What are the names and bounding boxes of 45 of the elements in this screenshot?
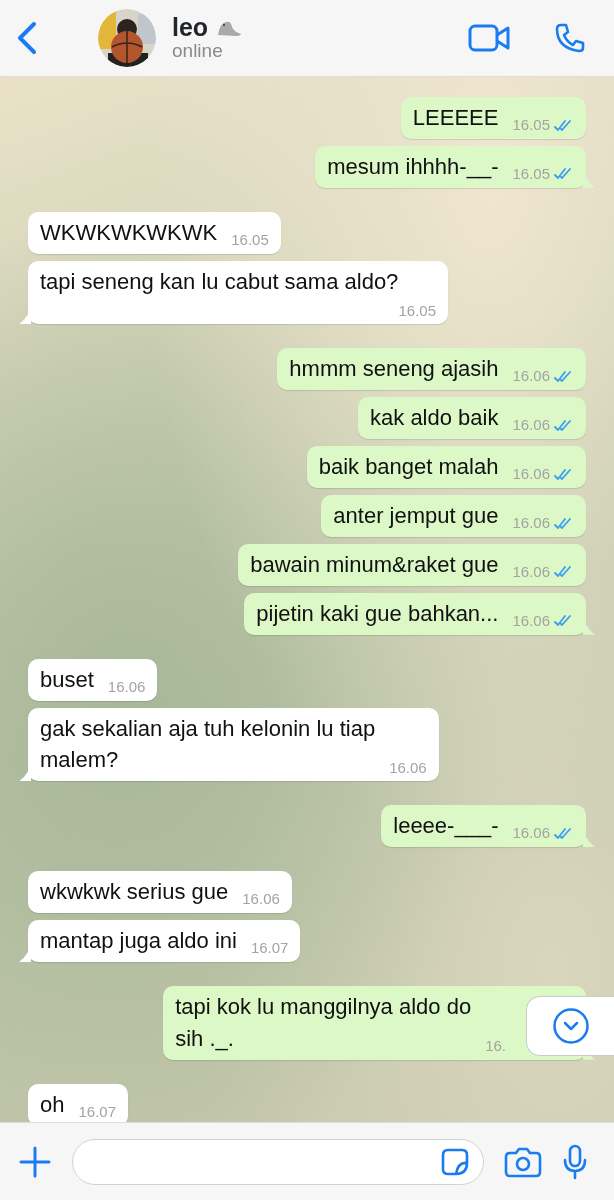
message-text: baik banget malah (318, 453, 499, 482)
message-text: leeee-___- (393, 812, 499, 841)
message-time: 16.06 (107, 676, 146, 697)
message-time: 16.06 (512, 464, 550, 485)
message-text: anter jemput gue (333, 502, 499, 530)
sticker-icon[interactable] (441, 1147, 469, 1176)
message-text: tapi kok lu manggilnya aldo do sih ._. (175, 993, 472, 1053)
message-time: 16.06 (512, 562, 550, 582)
message-text: wkwkwk serius gue (40, 878, 229, 907)
chevron-down-icon (551, 1007, 590, 1045)
message-time: 16.05 (398, 300, 436, 321)
message-time: 16.05 (512, 164, 550, 185)
message-time: 16.06 (512, 610, 550, 631)
message-time: 16.06 (512, 415, 550, 436)
message-time: 16.05 (512, 115, 550, 136)
message-time: 16.06 (512, 823, 550, 844)
message-text: buset (40, 665, 94, 694)
call-button[interactable] (554, 22, 586, 54)
message-text: kak aldo baik (370, 404, 499, 433)
camera-button[interactable] (504, 1145, 542, 1178)
message-time: 16.07 (250, 938, 289, 959)
message-text: LEEEEE (412, 104, 499, 132)
scroll-down-button[interactable] (526, 996, 614, 1056)
message-text: oh (40, 1090, 65, 1119)
message-time: 16.06 (389, 757, 427, 778)
message-time: 16.06 (512, 366, 550, 387)
message-text: gak sekalian aja tuh kelonin lu tiap malem? (40, 714, 376, 775)
microphone-button[interactable] (562, 1143, 588, 1180)
message-time: 16.06 (512, 513, 550, 534)
contact-name: leo (172, 13, 209, 42)
message-time: 16.05 (231, 229, 269, 250)
message-time: 16.07 (78, 1101, 117, 1122)
add-button[interactable] (18, 1144, 52, 1179)
message-text: hmmm seneng ajasih (289, 355, 499, 384)
message-text: WKWKWKWKWK (40, 218, 218, 247)
message-text: mantap juga aldo ini (40, 927, 237, 956)
message-input-field[interactable] (72, 1138, 484, 1185)
message-text: pijetin kaki gue bahkan... (256, 599, 499, 628)
video-call-button[interactable] (468, 24, 510, 52)
message-text: tapi seneng kan lu cabut sama aldo? (40, 267, 399, 296)
contact-status: online (172, 41, 224, 63)
message-time: 16.06 (242, 889, 280, 910)
message-text: mesum ihhhh-__- (327, 152, 499, 181)
message-time: 16. (485, 1036, 506, 1057)
message-text: bawain minum&raket gue (250, 550, 499, 579)
